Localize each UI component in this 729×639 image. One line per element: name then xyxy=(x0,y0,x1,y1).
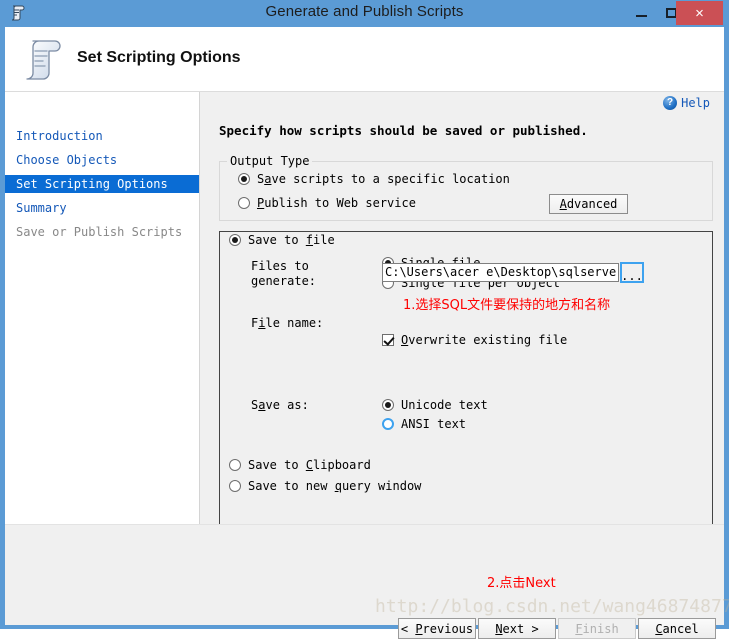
browse-button[interactable]: ... xyxy=(620,262,644,283)
help-link[interactable]: ? Help xyxy=(663,96,710,110)
file-name-input[interactable]: C:\Users\acer e\Desktop\sqlserverbackup xyxy=(382,263,619,282)
radio-save-to-new-query-window[interactable]: Save to new query window xyxy=(229,479,421,493)
save-as-label: Save as: xyxy=(251,398,309,412)
close-icon: × xyxy=(695,6,704,21)
checkbox-label: Overwrite existing file xyxy=(401,333,567,347)
sidebar-item-summary[interactable]: Summary xyxy=(5,199,199,217)
close-button[interactable]: × xyxy=(676,1,723,25)
script-scroll-icon xyxy=(19,36,67,84)
radio-indicator xyxy=(382,418,394,430)
radio-indicator xyxy=(229,459,241,471)
help-label: Help xyxy=(681,96,710,110)
radio-label: Save to new query window xyxy=(248,479,421,493)
radio-publish-to-web-service[interactable]: Publish to Web service xyxy=(238,196,416,210)
advanced-button-label: Advanced xyxy=(560,197,618,211)
checkbox-overwrite-existing-file[interactable]: Overwrite existing file xyxy=(382,333,567,347)
radio-save-to-clipboard[interactable]: Save to Clipboard xyxy=(229,458,371,472)
radio-label: ANSI text xyxy=(401,417,466,431)
page-header: Set Scripting Options xyxy=(5,27,724,92)
output-type-group xyxy=(219,161,713,221)
checkbox-indicator xyxy=(382,334,394,346)
help-icon: ? xyxy=(663,96,677,110)
minimize-icon xyxy=(636,15,647,17)
sidebar-item-introduction[interactable]: Introduction xyxy=(5,127,199,145)
window-title: Generate and Publish Scripts xyxy=(0,3,729,20)
sidebar-item-save-or-publish-scripts: Save or Publish Scripts xyxy=(5,223,199,241)
dialog-window: Generate and Publish Scripts × xyxy=(0,0,729,629)
minimize-button[interactable] xyxy=(626,0,656,25)
radio-label: Save scripts to a specific location xyxy=(257,172,510,186)
radio-label: Save to file xyxy=(248,233,335,247)
file-name-label: File name: xyxy=(251,316,323,330)
radio-indicator xyxy=(238,173,250,185)
radio-unicode-text[interactable]: Unicode text xyxy=(382,398,488,412)
radio-indicator xyxy=(382,399,394,411)
radio-label: Unicode text xyxy=(401,398,488,412)
title-bar[interactable]: Generate and Publish Scripts × xyxy=(0,0,729,27)
annotation-click-next: 2.点击Next xyxy=(487,572,556,591)
advanced-button[interactable]: Advanced xyxy=(549,194,628,214)
radio-indicator xyxy=(238,197,250,209)
radio-indicator xyxy=(229,480,241,492)
sidebar-item-set-scripting-options[interactable]: Set Scripting Options xyxy=(5,175,199,193)
maximize-icon xyxy=(666,8,677,18)
radio-save-to-file[interactable]: Save to file xyxy=(229,233,335,247)
radio-label: Publish to Web service xyxy=(257,196,416,210)
instruction-text: Specify how scripts should be saved or p… xyxy=(219,123,588,138)
radio-save-scripts-to-specific-location[interactable]: Save scripts to a specific location xyxy=(238,172,510,186)
files-to-generate-label-line1: Files to xyxy=(251,259,309,273)
dialog-footer: < Previous Next > Finish Cancel xyxy=(5,524,724,625)
sidebar-item-choose-objects[interactable]: Choose Objects xyxy=(5,151,199,169)
page-title: Set Scripting Options xyxy=(77,49,241,67)
files-to-generate-label-line2: generate: xyxy=(251,274,316,288)
dialog-client-area: Set Scripting Options Introduction Choos… xyxy=(5,27,724,624)
radio-indicator xyxy=(229,234,241,246)
radio-label: Save to Clipboard xyxy=(248,458,371,472)
radio-ansi-text[interactable]: ANSI text xyxy=(382,417,466,431)
annotation-select-file-location: 1.选择SQL文件要保持的地方和名称 xyxy=(403,294,610,313)
output-type-legend: Output Type xyxy=(227,154,312,168)
